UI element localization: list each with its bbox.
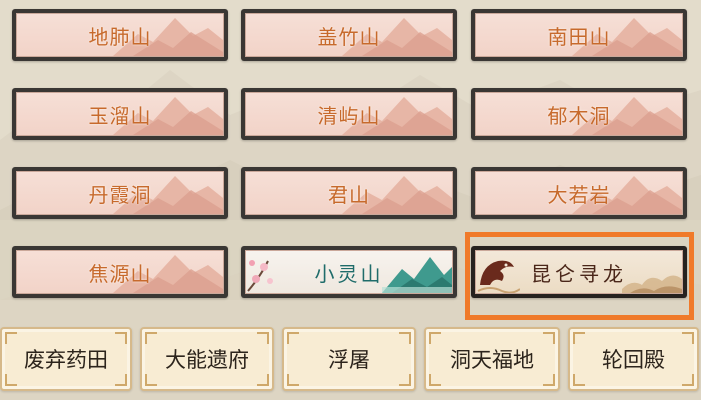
location-card-gaizhushan[interactable]: 盖竹山 xyxy=(241,9,457,61)
tab-label: 废弃药田 xyxy=(24,348,108,372)
location-label: 小灵山 xyxy=(314,261,384,286)
location-card-kunlun-xunlong[interactable]: 昆仑寻龙 xyxy=(471,246,687,298)
location-card-nantianshan[interactable]: 南田山 xyxy=(471,9,687,61)
location-label: 盖竹山 xyxy=(317,24,381,49)
location-card-jiaoyuanshan[interactable]: 焦源山 xyxy=(12,246,228,298)
location-label: 大若岩 xyxy=(547,182,611,207)
tab-great-master-remains[interactable]: 大能遗府 xyxy=(140,327,274,391)
tab-label: 轮回殿 xyxy=(602,348,665,372)
location-card-xiaolingshan[interactable]: 小灵山 xyxy=(241,246,457,298)
location-card-yumudong[interactable]: 郁木洞 xyxy=(471,88,687,140)
location-label: 昆仑寻龙 xyxy=(531,261,627,286)
tab-samsara-hall[interactable]: 轮回殿 xyxy=(568,327,699,391)
location-card-daruoyan[interactable]: 大若岩 xyxy=(471,167,687,219)
location-card-junshan[interactable]: 君山 xyxy=(241,167,457,219)
location-card-yuliushan[interactable]: 玉溜山 xyxy=(12,88,228,140)
category-tab-bar: 废弃药田 大能遗府 浮屠 洞天福地 轮回殿 xyxy=(0,327,701,400)
location-label: 玉溜山 xyxy=(88,103,152,128)
location-label: 焦源山 xyxy=(88,261,152,286)
location-label: 南田山 xyxy=(547,24,611,49)
location-label: 君山 xyxy=(328,182,370,207)
location-label: 郁木洞 xyxy=(547,103,611,128)
tab-futu[interactable]: 浮屠 xyxy=(282,327,416,391)
location-label: 地肺山 xyxy=(88,24,152,49)
location-card-difeishan[interactable]: 地肺山 xyxy=(12,9,228,61)
location-card-danxiadong[interactable]: 丹霞洞 xyxy=(12,167,228,219)
location-card-qingyushan[interactable]: 清屿山 xyxy=(241,88,457,140)
location-label: 清屿山 xyxy=(317,103,381,128)
tab-dongtian-fudi[interactable]: 洞天福地 xyxy=(424,327,560,391)
tab-label: 洞天福地 xyxy=(450,348,534,372)
tab-abandoned-herb-field[interactable]: 废弃药田 xyxy=(0,327,132,391)
tab-label: 浮屠 xyxy=(328,348,370,372)
tab-label: 大能遗府 xyxy=(165,348,249,372)
location-label: 丹霞洞 xyxy=(88,182,152,207)
location-grid: 地肺山 盖竹山 南田山 玉溜山 清屿山 郁木洞 丹霞洞 君山 大若岩 焦源山 小… xyxy=(12,9,688,309)
